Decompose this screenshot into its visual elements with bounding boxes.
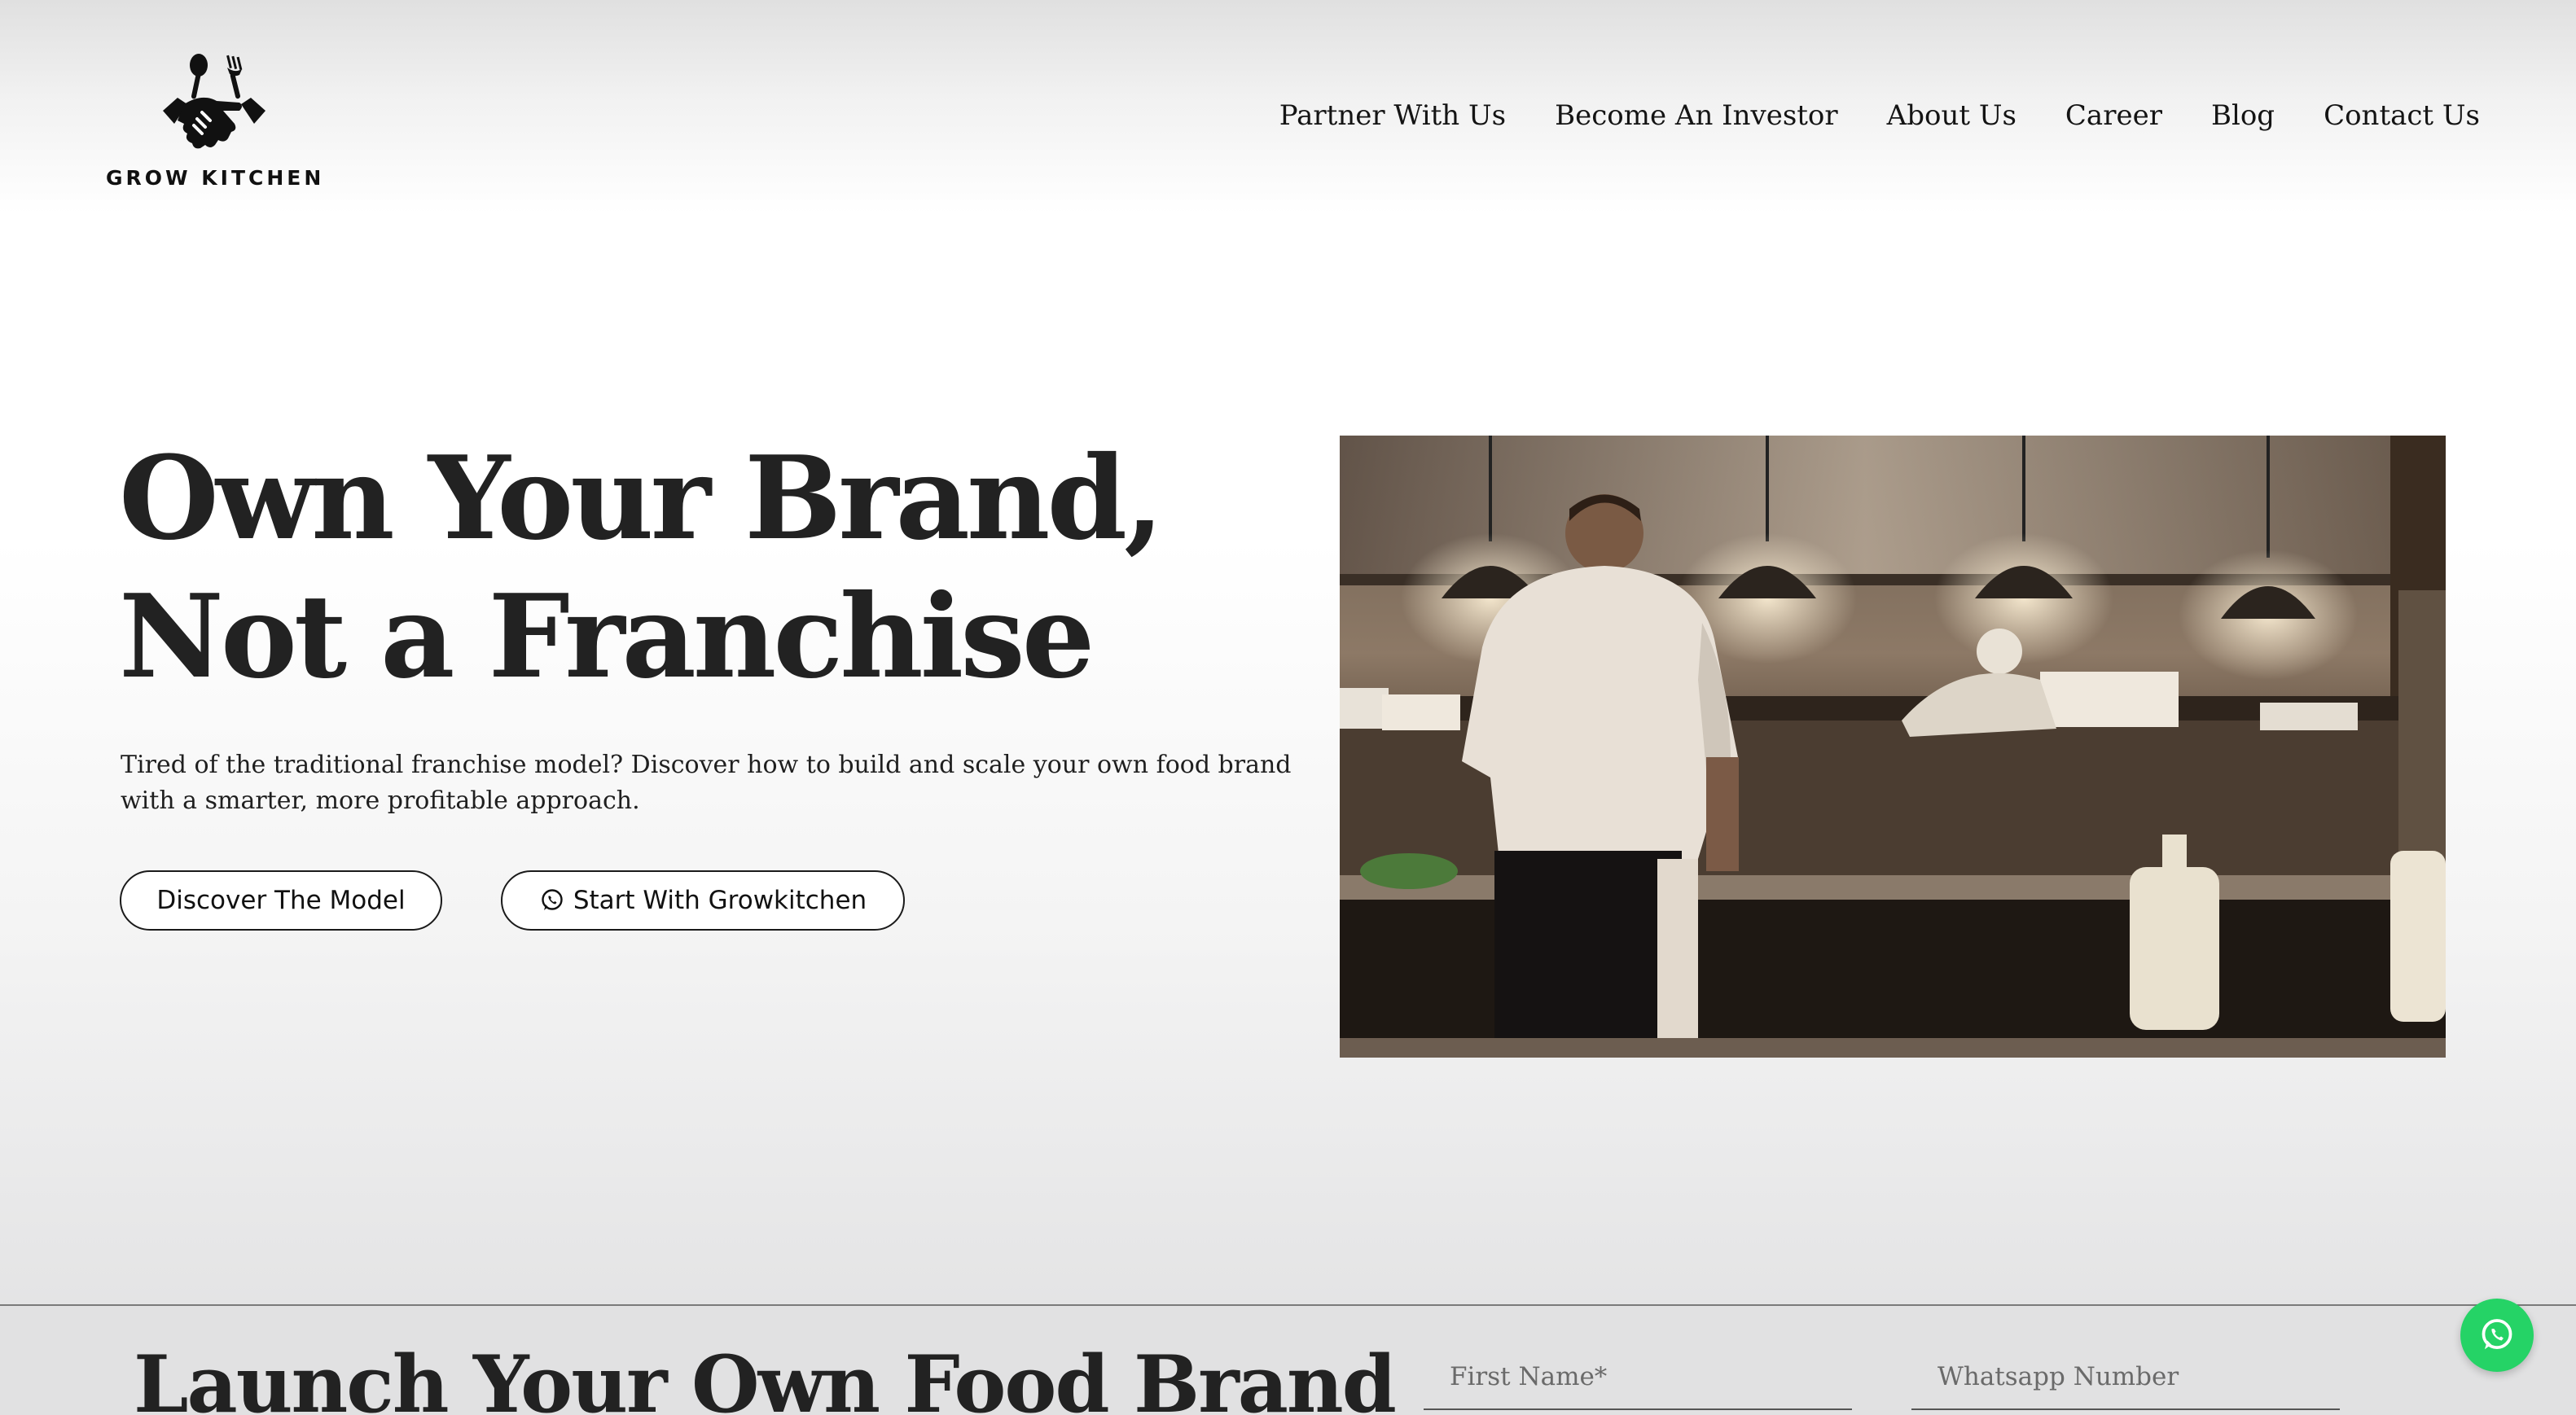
kitchen-photo	[1340, 436, 2446, 1058]
whatsapp-icon	[542, 889, 563, 910]
handshake-fork-spoon-icon	[163, 54, 265, 149]
discover-the-model-label: Discover The Model	[156, 886, 406, 915]
hero-title-line-2: Not a Franchise	[119, 570, 1095, 704]
hero-title: Own Your Brand, Not a Franchise	[119, 430, 1341, 707]
nav-blog[interactable]: Blog	[2211, 99, 2275, 132]
floating-whatsapp-button[interactable]	[2460, 1299, 2534, 1372]
nav-career[interactable]: Career	[2065, 99, 2162, 132]
nav-partner-with-us[interactable]: Partner With Us	[1279, 99, 1506, 132]
first-name-field[interactable]	[1424, 1345, 1852, 1410]
logo[interactable]: GROW KITCHEN	[106, 54, 321, 192]
start-with-growkitchen-button[interactable]: Start With Growkitchen	[501, 870, 905, 931]
signup-title: Launch Your Own Food Brand	[134, 1338, 1397, 1415]
discover-the-model-button[interactable]: Discover The Model	[120, 870, 442, 931]
whatsapp-icon	[2482, 1319, 2512, 1350]
signup-section: Launch Your Own Food Brand	[0, 1304, 2576, 1415]
nav-about-us[interactable]: About Us	[1887, 99, 2016, 132]
hero-title-line-1: Own Your Brand,	[119, 432, 1164, 566]
logo-text: GROW KITCHEN	[106, 166, 325, 190]
start-with-growkitchen-label: Start With Growkitchen	[573, 886, 867, 915]
nav-become-an-investor[interactable]: Become An Investor	[1555, 99, 1838, 132]
whatsapp-number-field[interactable]	[1911, 1345, 2340, 1410]
hero-description: Tired of the traditional franchise model…	[121, 751, 1292, 815]
main-nav: Partner With Us Become An Investor About…	[1279, 99, 2480, 132]
nav-contact-us[interactable]: Contact Us	[2324, 99, 2480, 132]
site-header: GROW KITCHEN Partner With Us Become An I…	[0, 0, 2576, 213]
hero-section: Own Your Brand, Not a Franchise Tired of…	[0, 213, 2576, 1304]
